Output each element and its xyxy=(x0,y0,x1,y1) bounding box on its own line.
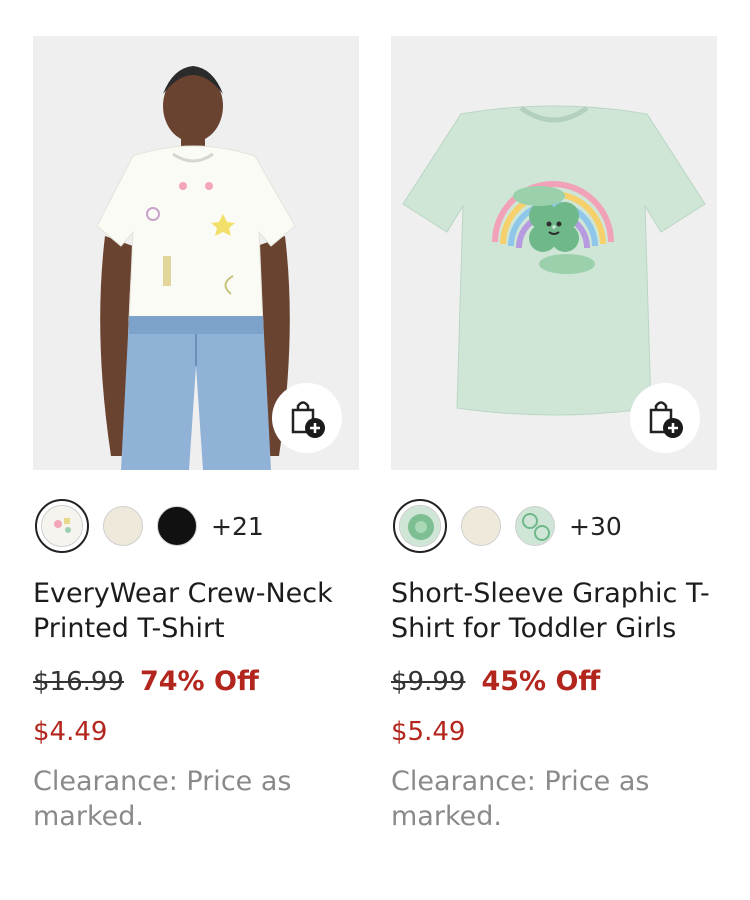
more-colors-link[interactable]: +21 xyxy=(211,512,264,541)
more-colors-link[interactable]: +30 xyxy=(569,512,622,541)
original-price: $9.99 xyxy=(391,667,466,697)
swatch-grow-print[interactable] xyxy=(515,506,555,546)
product-image-everywear-tee[interactable] xyxy=(33,36,359,470)
product-card-toddler-tee[interactable]: +30 Short-Sleeve Graphic T-Shirt for Tod… xyxy=(391,36,717,834)
product-card-everywear-tee[interactable]: +21 EveryWear Crew-Neck Printed T-Shirt … xyxy=(33,36,359,834)
swatch-print-image xyxy=(42,506,82,546)
shopping-bag-add-icon xyxy=(649,401,683,438)
price-row: $9.99 45% Off xyxy=(391,666,717,697)
add-to-bag-button[interactable] xyxy=(630,383,700,453)
swatch-cream[interactable] xyxy=(461,506,501,546)
discount-badge: 45% Off xyxy=(481,666,601,697)
shopping-bag-add-icon xyxy=(291,401,325,438)
price-row: $16.99 74% Off xyxy=(33,666,359,697)
add-to-bag-button[interactable] xyxy=(272,383,342,453)
swatch-graphic-image xyxy=(400,506,440,546)
original-price: $16.99 xyxy=(33,667,124,697)
swatch-selected[interactable] xyxy=(35,499,89,553)
color-swatches: +21 xyxy=(33,496,359,556)
swatch-selected[interactable] xyxy=(393,499,447,553)
clearance-note: Clearance: Price as marked. xyxy=(33,766,292,832)
color-swatches: +30 xyxy=(391,496,717,556)
product-image-toddler-tee[interactable] xyxy=(391,36,717,470)
discount-badge: 74% Off xyxy=(139,666,259,697)
clearance-note: Clearance: Price as marked. xyxy=(391,766,650,832)
sale-price: $4.49 xyxy=(33,717,108,747)
product-name[interactable]: Short-Sleeve Graphic T-Shirt for Toddler… xyxy=(391,576,717,646)
product-name[interactable]: EveryWear Crew-Neck Printed T-Shirt xyxy=(33,576,359,646)
swatch-grow-icon xyxy=(522,513,550,541)
swatch-black[interactable] xyxy=(157,506,197,546)
swatch-cream[interactable] xyxy=(103,506,143,546)
sale-price: $5.49 xyxy=(391,717,466,747)
